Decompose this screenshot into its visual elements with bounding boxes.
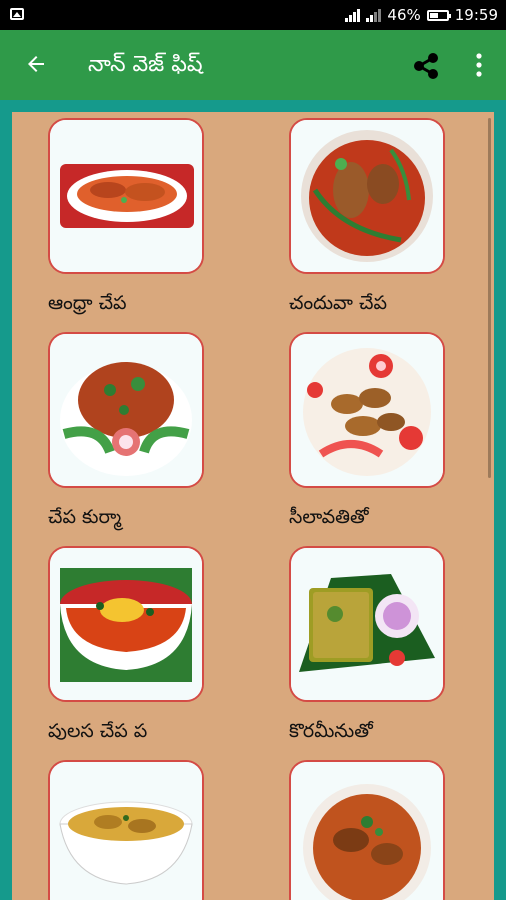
recipe-card[interactable] [48,546,204,702]
dish-image [291,120,443,272]
recipe-label[interactable]: పులస చేప ప [48,720,147,747]
back-arrow-icon[interactable] [24,52,48,76]
recipe-card[interactable] [289,118,445,274]
recipe-card[interactable] [48,760,204,900]
scrollbar[interactable] [488,118,491,478]
recipe-label[interactable]: కొరమీనుతో [289,720,373,747]
dish-image [291,334,443,486]
battery-icon [426,9,451,21]
dish-image [50,762,202,900]
share-icon[interactable] [410,50,442,82]
dish-image [50,548,202,700]
recipe-label[interactable]: ఆంధ్రా చేప [48,292,127,319]
cell-signal-icon [366,8,382,22]
recipe-card[interactable] [289,332,445,488]
page-title: నాన్ వెజ్ ఫిష్ [88,52,203,77]
dish-image [291,762,443,900]
clock: 19:59 [454,6,498,24]
recipe-grid[interactable]: ఆంధ్రా చేప చందువా చేప చేప కుర్మా సీలావతి… [12,112,494,900]
battery-percent: 46% [387,6,421,24]
gallery-icon [10,8,24,20]
recipe-label[interactable]: చందువా చేప [289,292,387,319]
app-bar: నాన్ వెజ్ ఫిష్ [0,30,506,100]
status-bar: 46% 19:59 [0,0,506,30]
dish-image [291,548,443,700]
recipe-label[interactable]: సీలావతితో [289,506,369,533]
more-vert-icon[interactable] [472,50,486,80]
dish-image [50,120,202,272]
wifi-signal-icon [345,8,361,22]
dish-image [50,334,202,486]
status-icons: 46% 19:59 [345,6,498,24]
recipe-card[interactable] [289,760,445,900]
recipe-card[interactable] [289,546,445,702]
recipe-label[interactable]: చేప కుర్మా [48,506,121,533]
recipe-card[interactable] [48,118,204,274]
recipe-card[interactable] [48,332,204,488]
